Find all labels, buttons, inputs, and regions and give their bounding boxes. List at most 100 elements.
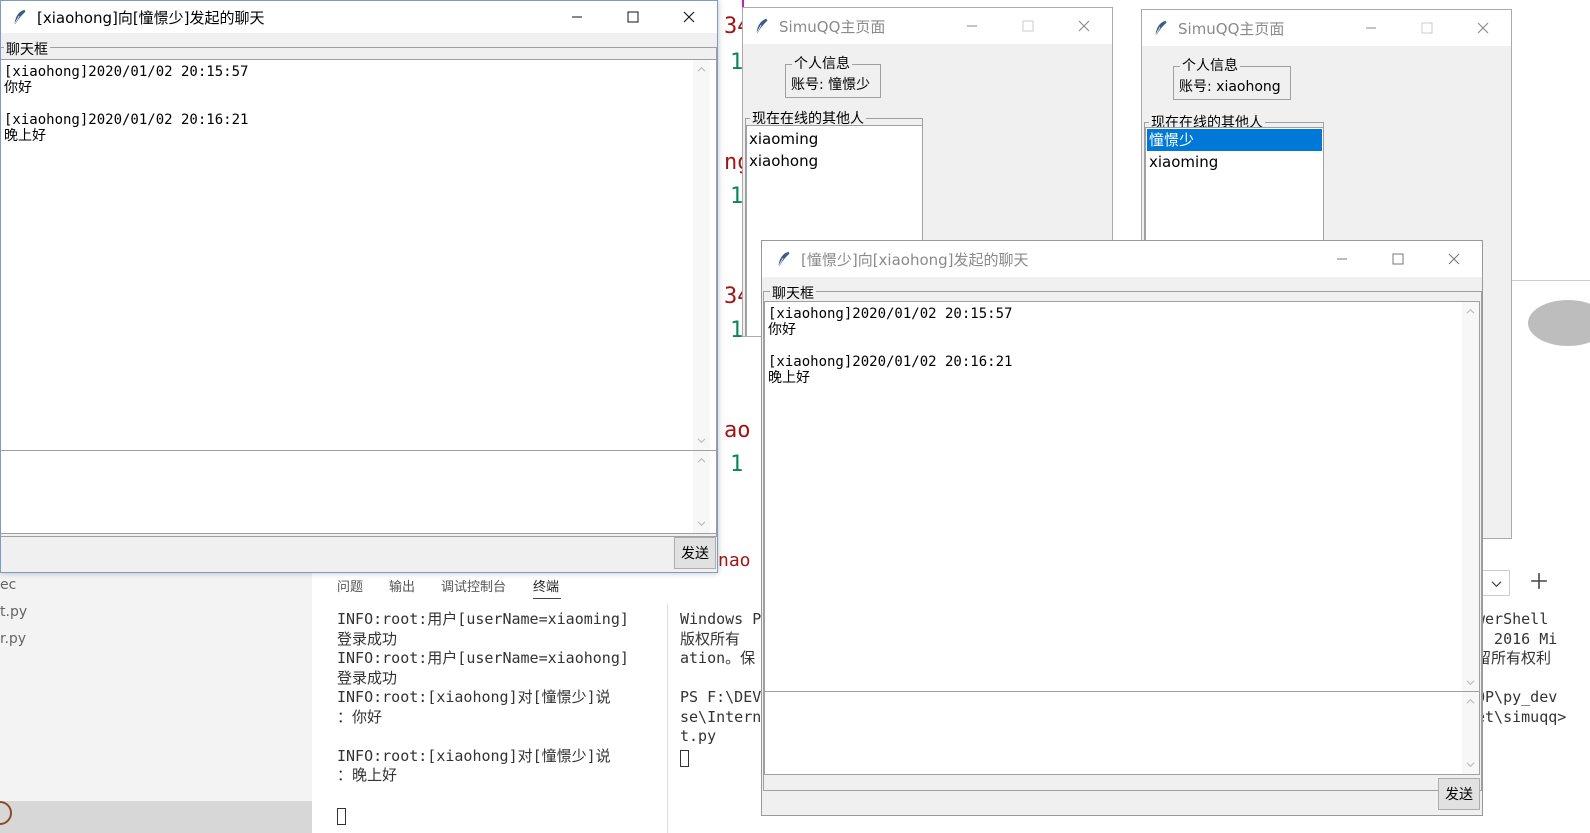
list-item[interactable]: xiaoming <box>747 128 922 150</box>
message-text: 晚上好 <box>4 128 46 144</box>
message-text: 你好 <box>768 322 796 338</box>
message-input[interactable] <box>764 691 1480 775</box>
online-frame: 现在在线的其他人 憧憬少 xiaoming <box>1144 112 1324 252</box>
maximize-icon <box>1421 22 1433 34</box>
list-item[interactable]: xiaoming <box>1147 151 1322 173</box>
terminal-line: 留所有权利 <box>1476 649 1552 667</box>
minimize-button[interactable] <box>1319 241 1365 277</box>
maximize-button[interactable] <box>610 1 656 33</box>
message-header: [xiaohong]2020/01/02 20:15:57 <box>768 306 1013 322</box>
close-icon <box>683 11 695 23</box>
terminal-line: ation。保 <box>680 649 756 667</box>
terminal-output-right: werShell) 2016 Mi 留所有权利 OP\py_dev et\simuq… <box>1476 610 1566 727</box>
plus-icon[interactable] <box>1530 572 1550 592</box>
scrollbar[interactable] <box>1462 302 1479 692</box>
send-button[interactable]: 发送 <box>674 537 716 569</box>
message-header: [xiaohong]2020/01/02 20:15:57 <box>4 64 249 80</box>
close-icon <box>1078 20 1090 32</box>
terminal-line: 登录成功 <box>337 668 398 687</box>
title-bar[interactable]: SimuQQ主页面 <box>743 8 1112 44</box>
scrollbar[interactable] <box>1462 692 1479 774</box>
explorer-sidebar: ec t.py r.py <box>0 572 312 833</box>
message-text: 你好 <box>4 80 32 96</box>
minimize-button[interactable] <box>1348 10 1394 46</box>
account-label: 账号: xiaohong <box>1179 79 1281 95</box>
message-header: [xiaohong]2020/01/02 20:16:21 <box>4 112 249 128</box>
chat-window-right[interactable]: [憧憬少]向[xiaohong]发起的聊天 聊天框 [xiaohong]2020… <box>761 240 1483 816</box>
scroll-up-icon[interactable] <box>697 456 706 465</box>
account-label: 账号: 憧憬少 <box>791 77 871 93</box>
explorer-item[interactable]: r.py <box>0 631 26 647</box>
online-users-list[interactable]: 憧憬少 xiaoming <box>1145 127 1324 252</box>
message-input[interactable] <box>1 450 717 534</box>
profile-frame: 个人信息 账号: xiaohong <box>1173 55 1291 100</box>
title-bar[interactable]: SimuQQ主页面 <box>1142 10 1511 46</box>
message-text: 晚上好 <box>768 370 810 386</box>
feather-icon <box>778 251 790 267</box>
tab-terminal[interactable]: 终端 <box>533 576 559 595</box>
chat-history[interactable]: [xiaohong]2020/01/02 20:15:57 你好 [xiaoho… <box>1 59 717 451</box>
minimize-button[interactable] <box>949 8 995 44</box>
close-button[interactable] <box>1431 241 1477 277</box>
chat-history[interactable]: [xiaohong]2020/01/02 20:15:57 你好 [xiaoho… <box>764 301 1480 693</box>
window-title: SimuQQ主页面 <box>779 17 886 36</box>
title-bar[interactable]: [憧憬少]向[xiaohong]发起的聊天 <box>762 241 1482 277</box>
scrollbar[interactable] <box>693 60 710 450</box>
code-fragment: 1 <box>730 452 744 477</box>
tab-problems[interactable]: 问题 <box>337 576 363 595</box>
scroll-up-icon[interactable] <box>1466 307 1475 316</box>
maximize-button[interactable] <box>1404 10 1450 46</box>
maximize-button[interactable] <box>1005 8 1051 44</box>
close-button[interactable] <box>666 1 712 33</box>
maximize-icon <box>627 11 639 23</box>
code-fragment: nao <box>718 550 751 571</box>
tab-debug-console[interactable]: 调试控制台 <box>441 576 506 595</box>
profile-frame: 个人信息 账号: 憧憬少 <box>785 53 881 98</box>
active-tab-underline <box>533 598 561 599</box>
message-header: [xiaohong]2020/01/02 20:16:21 <box>768 354 1013 370</box>
terminal-line: ：你好 <box>337 707 383 726</box>
terminal-line: 版权所有 <box>680 629 741 648</box>
tab-output[interactable]: 输出 <box>389 576 415 595</box>
terminal-line: INFO:root:用户[userName=xiaohong] <box>337 649 629 667</box>
terminal-line: se\Intern <box>680 707 762 726</box>
scroll-up-icon[interactable] <box>697 65 706 74</box>
close-button[interactable] <box>1460 10 1506 46</box>
scroll-down-icon[interactable] <box>1466 760 1475 769</box>
scroll-up-icon[interactable] <box>1466 697 1475 706</box>
minimize-icon <box>967 25 977 27</box>
scroll-down-icon[interactable] <box>697 519 706 528</box>
list-item[interactable]: xiaohong <box>747 150 922 172</box>
minimize-icon <box>1337 258 1347 260</box>
close-button[interactable] <box>1061 8 1107 44</box>
scroll-down-icon[interactable] <box>697 436 706 445</box>
scroll-down-icon[interactable] <box>1466 678 1475 687</box>
chat-frame-label: 聊天框 <box>770 283 816 303</box>
minimize-icon <box>572 16 582 18</box>
maximize-button[interactable] <box>1375 241 1421 277</box>
terminal-line: INFO:root:[xiaohong]对[憧憬少]说 <box>337 746 611 765</box>
terminal-split-divider <box>667 604 668 833</box>
terminal-line: INFO:root:用户[userName=xiaoming] <box>337 610 629 628</box>
title-bar[interactable]: [xiaohong]向[憧憬少]发起的聊天 <box>1 1 717 33</box>
terminal-line: t.py <box>680 727 717 745</box>
minimize-button[interactable] <box>554 1 600 33</box>
chat-window-left[interactable]: [xiaohong]向[憧憬少]发起的聊天 聊天框 [xiaohong]2020… <box>0 0 718 573</box>
list-item-selected[interactable]: 憧憬少 <box>1147 129 1322 151</box>
explorer-item[interactable]: ec <box>0 577 16 593</box>
gray-ellipse-shape <box>1528 300 1590 346</box>
terminal-line: werShell <box>1476 610 1549 628</box>
explorer-item[interactable]: t.py <box>0 604 27 620</box>
send-button[interactable]: 发送 <box>1438 778 1480 810</box>
feather-icon <box>756 18 768 34</box>
scrollbar[interactable] <box>693 451 710 533</box>
minimize-icon <box>1366 27 1376 29</box>
terminal-cursor <box>680 750 689 767</box>
terminal-line: ) 2016 Mi <box>1476 629 1558 648</box>
terminal-output-left: INFO:root:用户[userName=xiaoming] 登录成功 INFO:… <box>337 610 629 786</box>
dropdown-chevron-icon[interactable] <box>1482 570 1510 596</box>
terminal-line: ：晚上好 <box>337 766 398 784</box>
close-icon <box>1448 253 1460 265</box>
terminal-line: INFO:root:[xiaohong]对[憧憬少]说 <box>337 688 611 706</box>
